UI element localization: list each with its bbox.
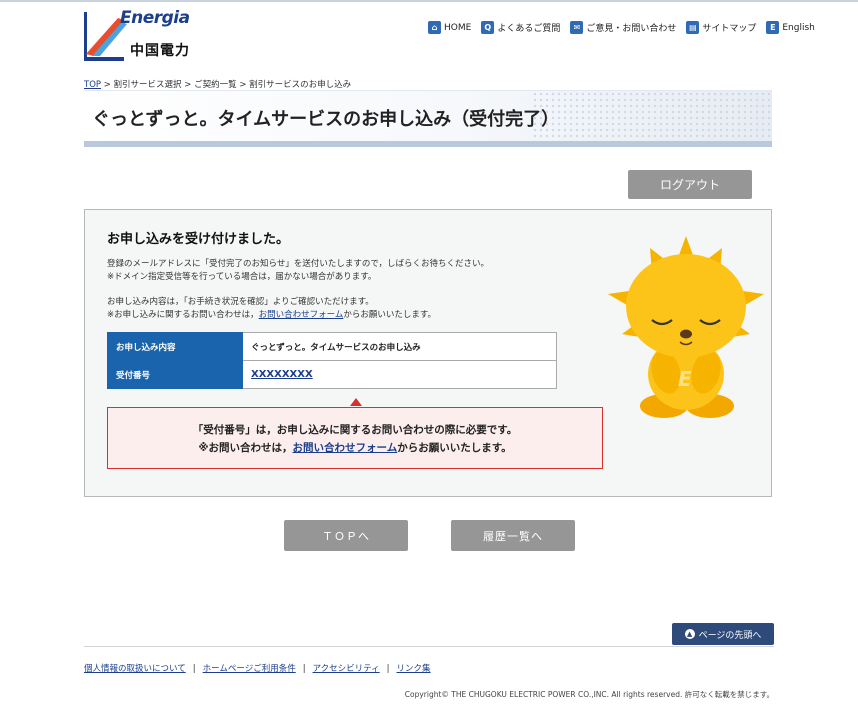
breadcrumb-separator: > bbox=[103, 80, 111, 90]
table-value: ぐっとずっと。タイムサービスのお申し込み bbox=[242, 332, 557, 361]
page-title-band: ぐっとずっと。タイムサービスのお申し込み（受付完了） bbox=[84, 90, 772, 147]
notice-line-1: 「受付番号」は，お申し込みに関するお問い合わせの際に必要です。 bbox=[192, 424, 518, 436]
page-title: ぐっとずっと。タイムサービスのお申し込み（受付完了） bbox=[92, 109, 560, 130]
links-link[interactable]: リンク集 bbox=[397, 664, 431, 674]
notice-text-pre: ※お問い合わせは， bbox=[198, 442, 293, 454]
breadcrumb: TOP > 割引サービス選択 > ご契約一覧 > 割引サービスのお申し込み bbox=[84, 78, 351, 90]
breadcrumb-current: 割引サービスのお申し込み bbox=[249, 80, 352, 90]
breadcrumb-item: ご契約一覧 bbox=[194, 80, 237, 90]
nav-home[interactable]: ⌂ HOME bbox=[428, 21, 471, 34]
notice-pointer-icon bbox=[350, 398, 362, 406]
copyright: Copyright© THE CHUGOKU ELECTRIC POWER CO… bbox=[404, 690, 774, 699]
table-key: 受付番号 bbox=[107, 360, 243, 389]
logo-text-jp: 中国電力 bbox=[130, 43, 190, 59]
energia-mascot-image: E bbox=[608, 236, 764, 418]
logout-button[interactable]: ログアウト bbox=[628, 170, 752, 199]
application-info-table: お申し込み内容 ぐっとずっと。タイムサービスのお申し込み 受付番号 XXXXXX… bbox=[107, 332, 557, 389]
breadcrumb-item: 割引サービス選択 bbox=[113, 80, 182, 90]
page-top-label: ページの先頭へ bbox=[698, 630, 762, 641]
table-key: お申し込み内容 bbox=[107, 332, 243, 361]
top-border bbox=[0, 0, 858, 2]
inquiry-text-post: からお願いいたします。 bbox=[343, 310, 437, 320]
inquiry-form-link[interactable]: お問い合わせフォーム bbox=[259, 310, 344, 320]
terms-link[interactable]: ホームページご利用条件 bbox=[203, 664, 296, 674]
nav-label: よくあるご質問 bbox=[497, 24, 561, 34]
accessibility-link[interactable]: アクセシビリティ bbox=[313, 664, 380, 674]
energia-logo[interactable]: Energia 中国電力 bbox=[84, 8, 194, 64]
receipt-number-link[interactable]: XXXXXXXX bbox=[251, 369, 313, 380]
nav-label: HOME bbox=[444, 22, 472, 33]
domain-notice-text: ※ドメイン指定受信等を行っている場合は，届かない場合があります。 bbox=[107, 272, 377, 282]
page-top-button[interactable]: ▲ ページの先頭へ bbox=[672, 623, 774, 645]
inquiry-text: ※お申し込みに関するお問い合わせは，お問い合わせフォームからお願いいたします。 bbox=[107, 309, 436, 322]
receipt-number-notice: 「受付番号」は，お申し込みに関するお問い合わせの際に必要です。 ※お問い合わせは… bbox=[107, 407, 603, 469]
status-check-text: お申し込み内容は，「お手続き状況を確認」よりご確認いただけます。 bbox=[107, 297, 374, 307]
sitemap-icon: ▤ bbox=[686, 21, 700, 34]
table-row: お申し込み内容 ぐっとずっと。タイムサービスのお申し込み bbox=[107, 332, 557, 361]
nav-label: ご意見・お問い合わせ bbox=[586, 24, 677, 34]
footer-divider bbox=[84, 646, 774, 647]
home-icon: ⌂ bbox=[428, 21, 441, 34]
notice-text-post: からお願いいたします。 bbox=[397, 442, 512, 454]
privacy-link[interactable]: 個人情報の取扱いについて bbox=[84, 664, 186, 674]
table-row: 受付番号 XXXXXXXX bbox=[107, 360, 557, 389]
logo-text-en: Energia bbox=[120, 8, 190, 28]
nav-sitemap[interactable]: ▤ サイトマップ bbox=[686, 21, 756, 34]
nav-english[interactable]: E English bbox=[766, 21, 815, 34]
notice-line-2: ※お問い合わせは，お問い合わせフォームからお願いいたします。 bbox=[108, 440, 602, 455]
inquiry-text-pre: ※お申し込みに関するお問い合わせは， bbox=[107, 310, 259, 320]
title-underline bbox=[84, 141, 772, 147]
notice-inquiry-form-link[interactable]: お問い合わせフォーム bbox=[293, 442, 398, 454]
table-value: XXXXXXXX bbox=[242, 360, 557, 389]
breadcrumb-separator: > bbox=[239, 80, 247, 90]
mail-notice-text: 登録のメールアドレスに「受付完了のお知らせ」を送付いたしますので，しばらくお待ち… bbox=[107, 259, 489, 269]
nav-label: English bbox=[782, 22, 815, 33]
search-icon: Q bbox=[481, 21, 495, 34]
breadcrumb-top-link[interactable]: TOP bbox=[84, 80, 101, 90]
breadcrumb-separator: > bbox=[184, 80, 192, 90]
nav-label: サイトマップ bbox=[702, 24, 757, 34]
english-icon: E bbox=[766, 21, 780, 34]
history-list-button[interactable]: 履歴一覧へ bbox=[451, 520, 575, 551]
global-nav: ⌂ HOME Q よくあるご質問 ✉ ご意見・お問い合わせ ▤ サイトマップ E… bbox=[428, 21, 825, 34]
svg-text:E: E bbox=[678, 367, 692, 391]
top-page-button[interactable]: ＴＯＰへ bbox=[284, 520, 408, 551]
nav-faq[interactable]: Q よくあるご質問 bbox=[481, 21, 560, 34]
title-dot-pattern bbox=[532, 91, 772, 141]
nav-contact[interactable]: ✉ ご意見・お問い合わせ bbox=[570, 21, 676, 34]
footer-links: 個人情報の取扱いについて | ホームページご利用条件 | アクセシビリティ | リンク集 bbox=[84, 664, 431, 674]
completion-heading: お申し込みを受け付けました。 bbox=[107, 232, 290, 247]
arrow-up-icon: ▲ bbox=[684, 629, 695, 639]
mail-icon: ✉ bbox=[570, 21, 584, 34]
